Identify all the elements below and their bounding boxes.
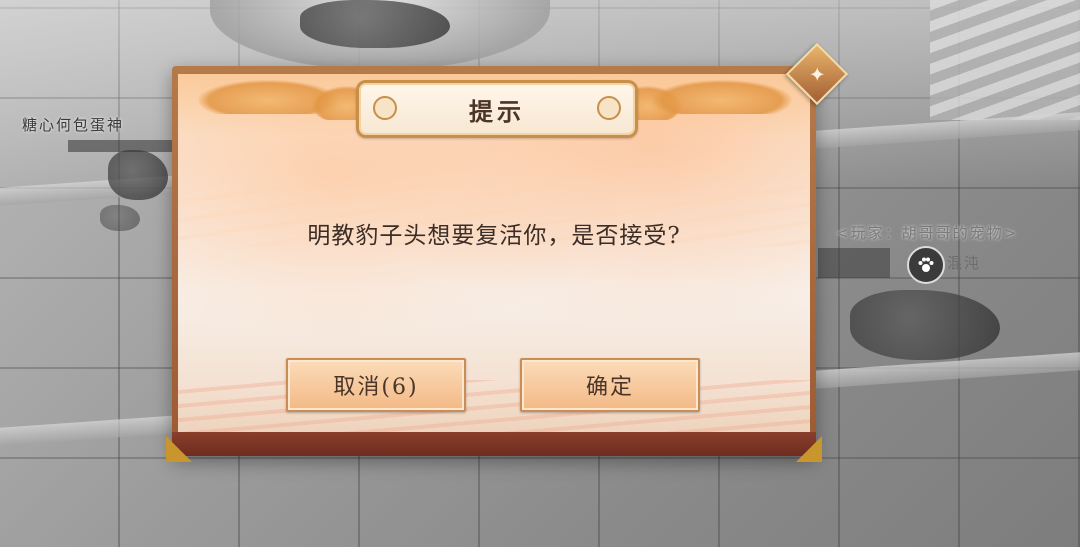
dialog-title-plaque: 提示 [356, 80, 638, 138]
npc-health-bar [68, 140, 172, 152]
stone-stairs [930, 0, 1080, 120]
player-character[interactable] [108, 150, 168, 200]
dragon-statue [300, 0, 450, 48]
pet-health-bar [818, 248, 890, 278]
dialog-bottom-edge [172, 432, 816, 456]
pet-owner-label: <玩家：胡哥哥的宠物> [836, 224, 1019, 242]
dialog-title: 提示 [469, 96, 525, 126]
cloud-ornament-icon [652, 80, 792, 114]
dialog-message: 明教豹子头想要复活你，是否接受? [307, 223, 681, 249]
pet-name: 混沌 [947, 254, 982, 272]
npc-name: 糖心何包蛋神 [22, 116, 125, 134]
pet-creature [100, 205, 140, 231]
revive-dialog: 提示 明教豹子头想要复活你，是否接受? 取消(6) 确定 [166, 66, 822, 462]
dialog-wave-pattern [178, 380, 810, 434]
confirm-button[interactable]: 确定 [520, 358, 700, 412]
paw-icon [907, 246, 945, 284]
pet-hundun[interactable] [850, 290, 1000, 360]
cancel-button[interactable]: 取消(6) [286, 358, 466, 412]
